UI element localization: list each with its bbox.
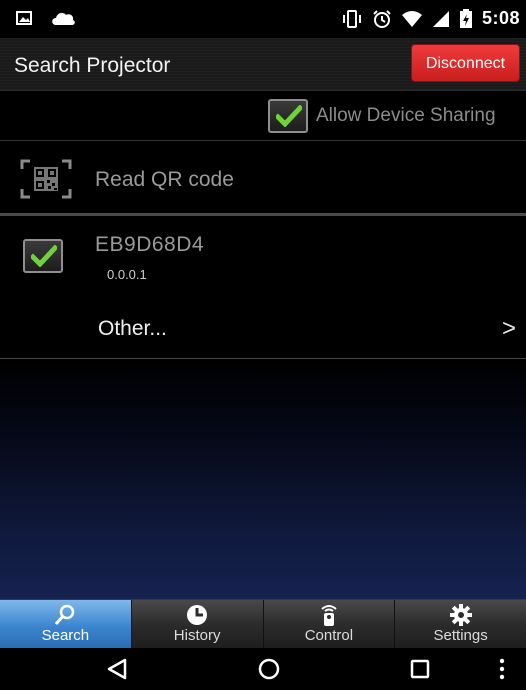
action-bar: Search Projector Disconnect	[0, 38, 526, 91]
tab-settings[interactable]: Settings	[395, 600, 526, 648]
clock-icon	[187, 605, 208, 625]
status-time: 5:08	[481, 8, 520, 28]
cell-signal-icon	[432, 10, 449, 27]
cloud-icon	[52, 12, 75, 25]
remote-icon	[321, 605, 337, 626]
allow-sharing-label: Allow Device Sharing	[316, 105, 496, 126]
tab-settings-label: Settings	[433, 627, 488, 644]
device-name: EB9D68D4	[95, 233, 205, 256]
other-label: Other...	[98, 317, 167, 340]
qr-code-icon	[20, 159, 72, 199]
gear-icon	[449, 604, 472, 626]
device-checkbox[interactable]	[23, 239, 63, 273]
status-bar: 5:08	[0, 0, 526, 38]
image-icon	[16, 11, 32, 25]
tab-history-label: History	[173, 627, 221, 644]
vibrate-icon	[342, 9, 361, 28]
back-icon[interactable]	[106, 658, 128, 680]
content-background	[0, 360, 526, 599]
navigation-bar	[0, 648, 526, 690]
read-qr-row[interactable]: Read QR code	[0, 142, 526, 216]
chevron-right-icon: >	[501, 315, 516, 342]
search-icon	[55, 604, 75, 625]
read-qr-label: Read QR code	[95, 168, 234, 191]
device-list: EB9D68D4 0.0.0.1 Other... >	[0, 219, 526, 359]
wifi-icon	[401, 10, 422, 27]
tab-control[interactable]: Control	[263, 600, 396, 648]
allow-sharing-row[interactable]: Allow Device Sharing	[0, 91, 526, 141]
status-left-icons	[16, 10, 76, 26]
alarm-icon	[373, 9, 391, 28]
tab-history[interactable]: History	[131, 600, 264, 648]
more-vert-icon[interactable]	[498, 658, 506, 680]
device-version: 0.0.0.1	[107, 267, 147, 282]
disconnect-button[interactable]: Disconnect	[411, 44, 520, 82]
page-title: Search Projector	[14, 54, 171, 77]
recent-apps-icon[interactable]	[410, 659, 430, 679]
checkmark-icon	[276, 105, 302, 127]
battery-icon	[459, 8, 472, 28]
tab-search-label: Search	[41, 627, 90, 644]
bottom-tab-bar: Search History Control Settings	[0, 599, 526, 648]
allow-sharing-checkbox[interactable]	[268, 99, 308, 133]
home-icon[interactable]	[258, 658, 280, 680]
tab-control-label: Control	[304, 627, 354, 644]
status-right-icons: 5:08	[341, 8, 520, 29]
other-row[interactable]: Other... >	[0, 307, 526, 355]
checkmark-icon	[31, 245, 57, 267]
tab-search[interactable]: Search	[0, 600, 132, 648]
